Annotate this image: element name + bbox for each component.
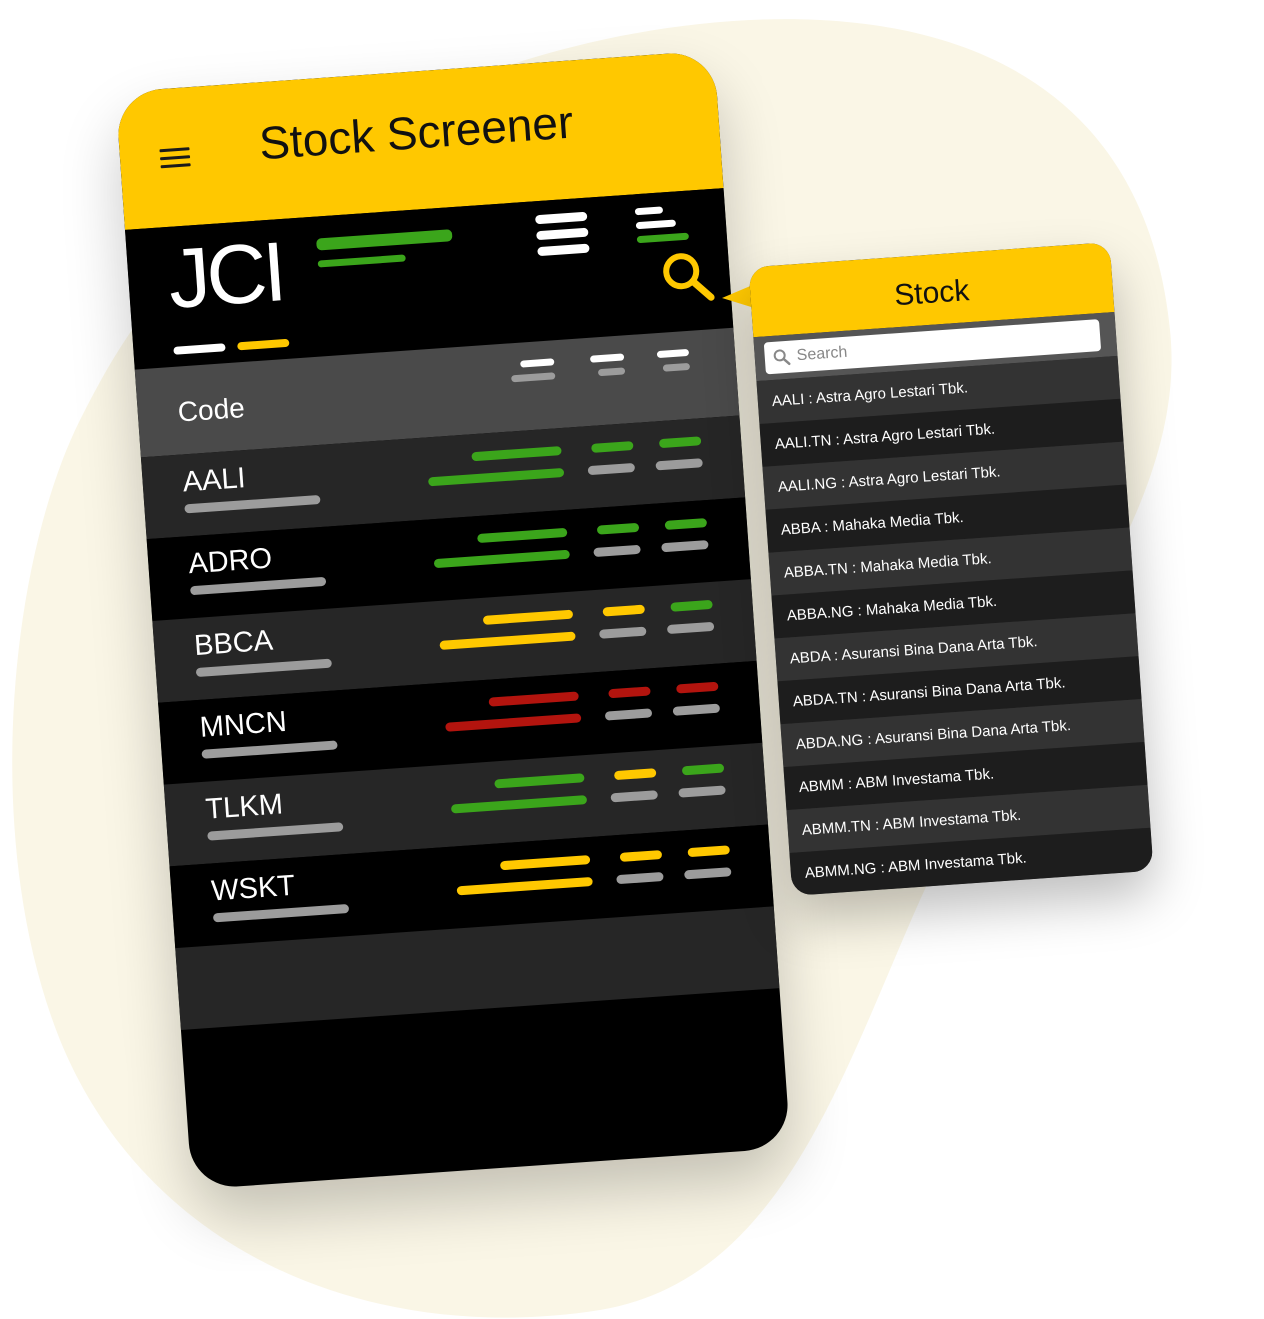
- search-icon: [773, 349, 791, 366]
- change-placeholder: [593, 544, 641, 558]
- stock-code: AALI: [181, 462, 247, 499]
- change-placeholder: [613, 768, 657, 781]
- index-stat-placeholder: [537, 243, 590, 257]
- index-stat-placeholder: [536, 227, 589, 241]
- price-placeholder: [445, 713, 582, 732]
- change-placeholder: [602, 604, 646, 617]
- stock-item-code: AALI: [771, 390, 805, 411]
- column-header-placeholder[interactable]: [656, 348, 690, 359]
- price-placeholder: [433, 549, 571, 569]
- price-placeholder: [488, 691, 579, 707]
- index-stat-placeholder: [634, 206, 664, 216]
- price-placeholder: [456, 876, 593, 896]
- stock-item-code: ABBA.TN: [783, 560, 849, 582]
- change-placeholder: [596, 522, 640, 535]
- price-placeholder: [477, 527, 568, 544]
- stock-panel-title: Stock: [893, 274, 971, 313]
- change-placeholder: [619, 850, 663, 862]
- price-placeholder: [427, 467, 565, 487]
- pct-placeholder: [684, 867, 732, 880]
- index-tab-placeholder[interactable]: [173, 343, 226, 355]
- column-header-placeholder: [662, 362, 691, 372]
- pct-placeholder: [655, 458, 703, 471]
- stock-item-name: ABM Investama Tbk.: [887, 849, 1028, 877]
- column-header-placeholder[interactable]: [520, 358, 555, 368]
- phone-screen: Stock Screener JCI Code AALI ADRO BBCA M…: [115, 50, 791, 1190]
- stock-item-code: ABDA: [789, 647, 831, 668]
- change-placeholder: [599, 626, 647, 639]
- stock-item-name: Astra Agro Lestari Tbk.: [815, 379, 969, 407]
- column-header-placeholder: [511, 372, 556, 383]
- price-placeholder: [439, 631, 576, 650]
- index-tab-placeholder[interactable]: [237, 338, 290, 351]
- index-value-placeholder: [316, 229, 453, 251]
- change-placeholder: [608, 686, 651, 699]
- stock-item-name: Mahaka Media Tbk.: [859, 550, 993, 577]
- index-change-placeholder: [317, 254, 406, 268]
- column-header-placeholder[interactable]: [589, 353, 625, 363]
- price-placeholder: [499, 855, 591, 871]
- stock-item-name: ABM Investama Tbk.: [854, 765, 995, 793]
- price-placeholder: [482, 609, 574, 625]
- index-stat-placeholder: [636, 232, 690, 244]
- price-placeholder: [494, 773, 585, 789]
- stock-item-code: ABBA: [780, 519, 821, 539]
- index-name: JCI: [165, 224, 286, 326]
- stock-search-panel: Stock AALI : Astra Agro Lestari Tbk. AAL…: [748, 242, 1154, 896]
- menu-icon[interactable]: [159, 147, 191, 171]
- search-icon[interactable]: [658, 247, 718, 307]
- stock-item-code: ABDA.TN: [792, 688, 859, 711]
- pct-placeholder: [678, 785, 726, 798]
- stock-code: WSKT: [210, 869, 297, 908]
- pct-placeholder: [666, 621, 715, 635]
- change-placeholder: [587, 462, 636, 476]
- pct-placeholder: [672, 703, 721, 716]
- stock-item-name: ABM Investama Tbk.: [881, 806, 1022, 834]
- index-stat-placeholder: [534, 211, 588, 225]
- pct-placeholder: [661, 540, 709, 553]
- stock-list: AALI : Astra Agro Lestari Tbk. AALI.TN :…: [756, 355, 1154, 896]
- column-header-code: Code: [176, 392, 246, 428]
- pct-placeholder: [676, 681, 719, 694]
- change-placeholder: [610, 790, 658, 803]
- change-placeholder: [591, 441, 634, 453]
- pct-placeholder: [670, 599, 713, 612]
- stock-item-code: ABMM: [798, 776, 845, 797]
- stock-item-code: ABMM.TN: [801, 817, 872, 840]
- price-placeholder: [471, 446, 562, 462]
- stock-item-name: Asuransi Bina Dana Arta Tbk.: [840, 633, 1039, 664]
- app-title: Stock Screener: [257, 95, 575, 170]
- stock-code: TLKM: [204, 788, 284, 826]
- change-placeholder: [604, 708, 653, 721]
- stock-item-code: AALI.NG: [777, 474, 838, 496]
- stock-code: ADRO: [187, 542, 274, 581]
- stock-item-name: Mahaka Media Tbk.: [831, 509, 965, 536]
- stock-item-code: AALI.TN: [774, 432, 833, 453]
- stock-code: MNCN: [198, 705, 288, 744]
- stock-item-name: Asuransi Bina Dana Arta Tbk.: [874, 717, 1072, 748]
- column-header-placeholder: [597, 367, 626, 377]
- price-placeholder: [450, 795, 588, 814]
- stock-item-name: Mahaka Media Tbk.: [865, 592, 998, 620]
- stock-item-code: ABBA.NG: [786, 602, 855, 625]
- pct-placeholder: [681, 763, 725, 776]
- stock-item-code: ABDA.NG: [795, 731, 864, 754]
- change-placeholder: [616, 871, 664, 885]
- stock-item-name: Asuransi Bina Dana Arta Tbk.: [868, 674, 1067, 705]
- index-stat-placeholder: [635, 219, 677, 230]
- stock-item-name: Astra Agro Lestari Tbk.: [847, 463, 1002, 491]
- pct-placeholder: [658, 436, 702, 449]
- pct-placeholder: [687, 845, 731, 858]
- stock-item-name: Astra Agro Lestari Tbk.: [842, 420, 996, 449]
- stock-code: BBCA: [193, 624, 275, 663]
- stock-item-code: ABMM.NG: [804, 859, 877, 882]
- pct-placeholder: [664, 518, 708, 530]
